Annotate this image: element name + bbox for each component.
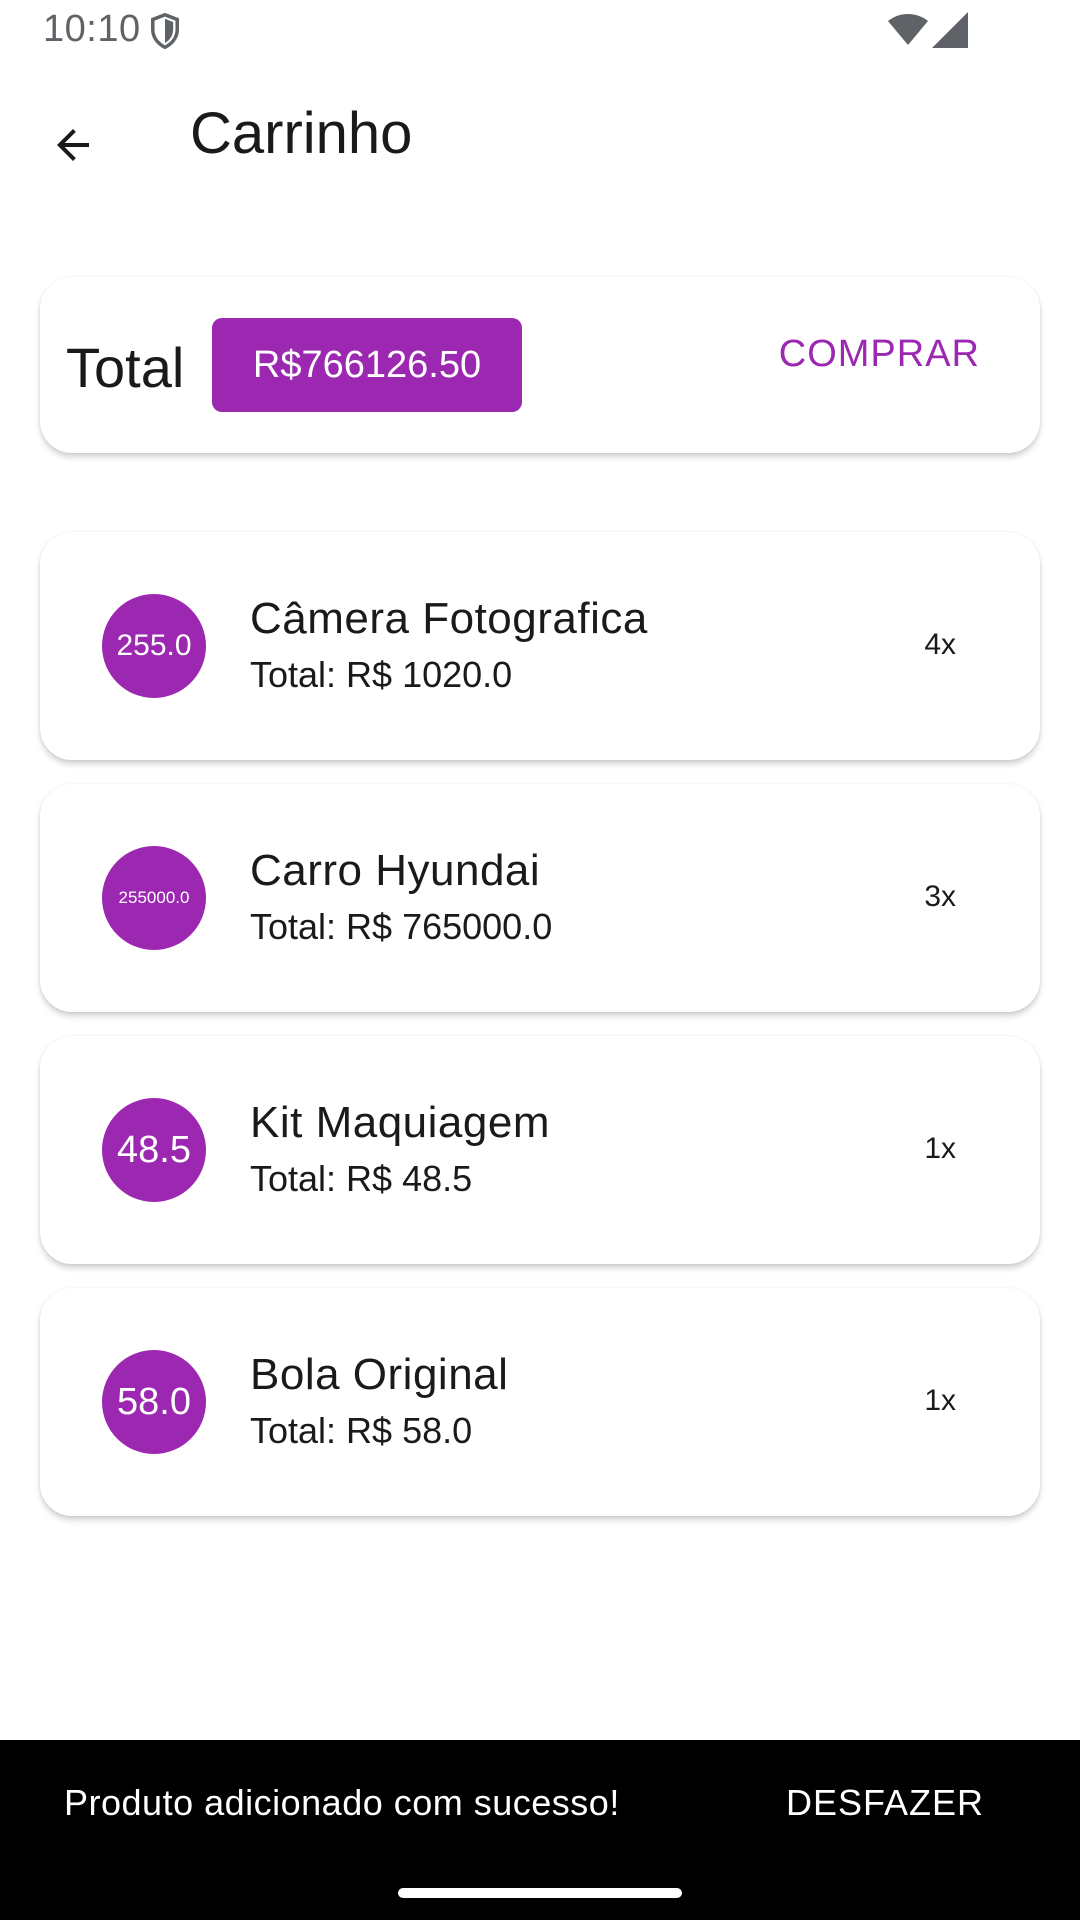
item-price-avatar: 58.0 [102, 1350, 206, 1454]
item-price-avatar: 48.5 [102, 1098, 206, 1202]
item-price-avatar: 255000.0 [102, 846, 206, 950]
item-total: Total: R$ 48.5 [250, 1158, 473, 1199]
item-name: Câmera Fotografica [250, 594, 648, 643]
item-quantity: 1x [924, 1132, 956, 1165]
item-total: Total: R$ 58.0 [250, 1410, 473, 1451]
cart-item[interactable]: 255.0 Câmera Fotografica Total: R$ 1020.… [40, 532, 1040, 760]
snackbar-message: Produto adicionado com sucesso! [64, 1782, 620, 1823]
status-bar: 10:10 [0, 0, 1080, 62]
item-quantity: 4x [924, 628, 956, 661]
cart-item[interactable]: 48.5 Kit Maquiagem Total: R$ 48.5 1x [40, 1036, 1040, 1264]
item-name: Kit Maquiagem [250, 1098, 550, 1147]
screen: 10:10 Carrinho Total R$766126.50 COMPRAR… [0, 0, 1080, 1920]
shield-icon [151, 12, 179, 50]
total-value-badge: R$766126.50 [212, 318, 522, 412]
item-total: Total: R$ 1020.0 [250, 654, 513, 695]
cart-item[interactable]: 58.0 Bola Original Total: R$ 58.0 1x [40, 1288, 1040, 1516]
home-indicator[interactable] [398, 1888, 682, 1898]
arrow-back-icon [57, 129, 89, 161]
status-time: 10:10 [43, 8, 141, 50]
wifi-icon [888, 14, 928, 45]
item-name: Bola Original [250, 1350, 509, 1399]
undo-button[interactable]: DESFAZER [786, 1782, 984, 1824]
cart-item[interactable]: 255000.0 Carro Hyundai Total: R$ 765000.… [40, 784, 1040, 1012]
signal-icon [932, 12, 968, 48]
item-total: Total: R$ 765000.0 [250, 906, 553, 947]
item-name: Carro Hyundai [250, 846, 541, 895]
page-title: Carrinho [190, 101, 413, 166]
item-quantity: 1x [924, 1384, 956, 1417]
item-quantity: 3x [924, 880, 956, 913]
buy-button[interactable]: COMPRAR [779, 333, 980, 376]
total-card: Total R$766126.50 COMPRAR [40, 277, 1040, 453]
snackbar: Produto adicionado com sucesso! DESFAZER [0, 1740, 1080, 1920]
total-label: Total [66, 336, 185, 399]
app-bar: Carrinho [0, 62, 1080, 212]
back-button[interactable] [30, 102, 116, 188]
item-price-avatar: 255.0 [102, 594, 206, 698]
